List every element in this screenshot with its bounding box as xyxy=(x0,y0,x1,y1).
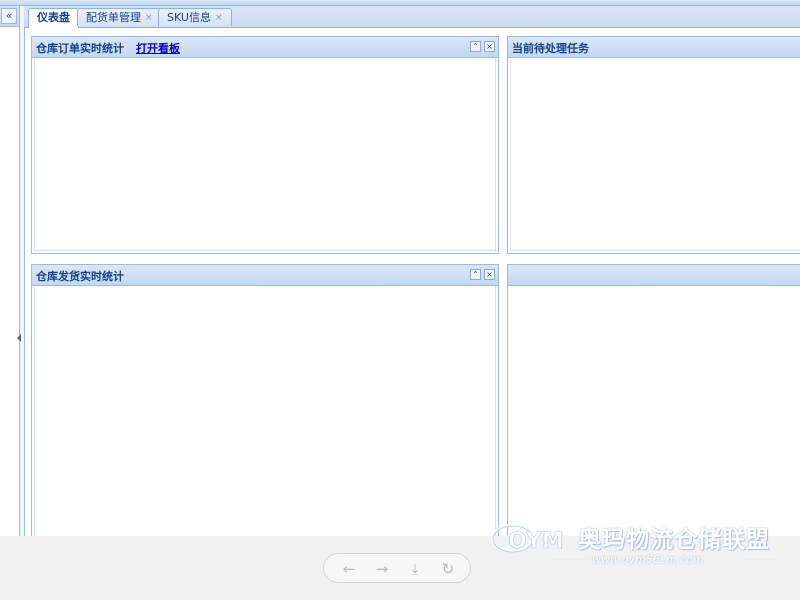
arrow-right-icon[interactable]: → xyxy=(372,559,392,579)
viewer-controls: ← → ⤓ ↻ xyxy=(323,553,471,583)
watermark-logo-text: OYM xyxy=(508,529,564,554)
tab-sku-info[interactable]: SKU信息 × xyxy=(158,8,232,26)
portlet-shipping-stats: 仓库发货实时统计 ⌃ × xyxy=(31,264,499,544)
download-icon[interactable]: ⤓ xyxy=(405,559,425,579)
tab-allocation-orders[interactable]: 配货单管理 × xyxy=(77,8,162,26)
watermark: OYM 奥玛物流仓储联盟 www.oym56Lm.com xyxy=(488,512,790,572)
tab-label: SKU信息 xyxy=(167,11,211,24)
watermark-url: www.oym56Lm.com xyxy=(592,553,704,566)
collapse-up-icon[interactable]: ⌃ xyxy=(470,269,481,280)
double-chevron-left-icon[interactable]: « xyxy=(1,8,17,24)
close-icon[interactable]: × xyxy=(484,41,495,52)
rotate-icon[interactable]: ↻ xyxy=(438,559,458,579)
tab-dashboard[interactable]: 仪表盘 xyxy=(28,8,79,28)
portlet-title: 当前待处理任务 xyxy=(512,42,589,55)
open-board-link[interactable]: 打开看板 xyxy=(136,40,180,56)
portlet-pending-tasks: 当前待处理任务 xyxy=(507,36,800,254)
west-panel-header: « xyxy=(0,6,19,27)
watermark-text: 奥玛物流仓储联盟 xyxy=(578,527,770,553)
tab-strip: 仪表盘 配货单管理 × SKU信息 × xyxy=(24,6,800,28)
portlet-title: 仓库发货实时统计 xyxy=(36,270,124,283)
portlet-empty xyxy=(507,264,800,544)
portlet-body xyxy=(510,58,800,251)
portlet-body xyxy=(34,58,496,251)
arrow-left-icon[interactable]: ← xyxy=(339,559,359,579)
tab-label: 配货单管理 xyxy=(86,11,141,24)
split-expand-arrow-icon[interactable] xyxy=(17,334,21,342)
portlet-header: 仓库发货实时统计 ⌃ × xyxy=(32,265,498,286)
collapse-up-icon[interactable]: ⌃ xyxy=(470,41,481,52)
watermark-logo: OYM xyxy=(490,523,564,554)
portlet-header: 仓库订单实时统计 打开看板 ⌃ × xyxy=(32,37,498,58)
tab-close-icon[interactable]: × xyxy=(215,10,223,27)
dashboard-content: 仓库订单实时统计 打开看板 ⌃ × 当前待处理任务 仓库发货实时统计 ⌃ × xyxy=(24,28,800,544)
tab-label: 仪表盘 xyxy=(37,11,70,24)
portlet-order-stats: 仓库订单实时统计 打开看板 ⌃ × xyxy=(31,36,499,254)
close-icon[interactable]: × xyxy=(484,269,495,280)
portlet-body xyxy=(34,286,496,541)
watermark-rule xyxy=(550,559,588,560)
tab-close-icon[interactable]: × xyxy=(145,10,153,27)
watermark-rule xyxy=(740,559,780,560)
portlet-header: 当前待处理任务 xyxy=(508,37,800,58)
portlet-header xyxy=(508,265,800,286)
west-panel: « xyxy=(0,6,20,536)
portlet-title: 仓库订单实时统计 xyxy=(36,42,124,55)
